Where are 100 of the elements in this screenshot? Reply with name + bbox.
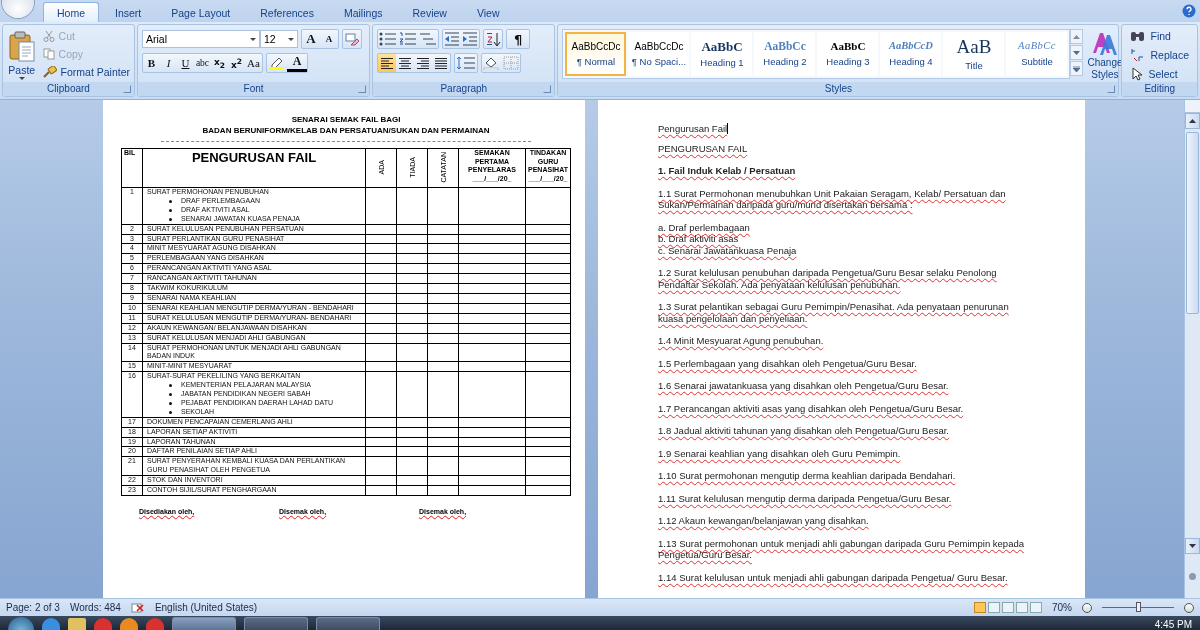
proofing-icon[interactable] — [130, 601, 145, 614]
view-mode-icon[interactable] — [1030, 602, 1042, 613]
ribbon-tab[interactable]: Review — [398, 2, 461, 22]
zoom-slider-thumb[interactable] — [1136, 602, 1141, 612]
taskbar-button[interactable] — [244, 617, 308, 630]
caret-up-icon — [1073, 34, 1081, 39]
paragraph: 1.8 Jadual aktiviti tahunan yang disahkan oleh Pengetua/Guru Besar. — [658, 425, 949, 436]
editing-button[interactable]: Select — [1130, 66, 1189, 82]
gallery-up-button[interactable] — [1070, 29, 1084, 44]
grow-font-button[interactable]: A — [302, 30, 320, 48]
bullet-icon — [169, 208, 172, 212]
taskbar-button[interactable] — [316, 617, 380, 630]
format-button[interactable]: abc — [194, 54, 211, 72]
letters-icon — [1091, 31, 1119, 57]
paintbrush-icon — [42, 66, 57, 78]
view-mode-icon[interactable] — [974, 602, 986, 613]
clipboard-icon — [7, 31, 36, 63]
paragraph: 1.13 Surat permohonan untuk menjadi ahli gabungan daripada Guru Pemimpin kepada Pengetua/Guru Besar. — [658, 537, 1024, 560]
sort-button[interactable] — [484, 30, 503, 48]
list-item: c. Senarai Jawatankuasa Penaja — [658, 244, 798, 256]
change-styles-button[interactable]: Change Styles — [1087, 29, 1123, 81]
dialog-launcher-icon[interactable] — [1107, 85, 1116, 93]
font-name-field[interactable]: Arial — [142, 30, 260, 48]
group-label: Font — [138, 82, 370, 96]
dialog-launcher-icon[interactable] — [123, 85, 131, 93]
style-swatch[interactable]: AaBbCc Subtitle — [1006, 32, 1068, 76]
gallery-down-button[interactable] — [1070, 45, 1084, 60]
paragraph: 1.1 Surat Permohonan menubuhkan Unit Pakaian Seragam, Kelab/ Persatuan dan Sukan/Permainan daripada guru/murid disertakan bersama : — [658, 187, 1006, 210]
style-swatch[interactable]: AaBbCcDc ¶ Normal — [565, 32, 627, 76]
format-button[interactable]: x$_{2}$ — [211, 54, 228, 72]
document-title: SENARAI SEMAK FAIL BAGI — [290, 114, 402, 125]
shrink-font-button[interactable]: A — [320, 30, 338, 48]
format-button[interactable]: I — [160, 54, 177, 72]
start-button[interactable] — [8, 617, 34, 630]
gallery-more-button[interactable] — [1070, 61, 1084, 76]
clear-formatting-button[interactable] — [343, 30, 361, 48]
ribbon-tab[interactable]: View — [462, 2, 514, 22]
editing-button[interactable]: Replace — [1130, 47, 1189, 63]
format-button[interactable]: x$^{2}$ — [228, 54, 245, 72]
style-swatch[interactable]: AaBbCc Heading 2 — [754, 32, 816, 76]
pointer-icon — [1130, 67, 1145, 81]
style-swatch[interactable]: AaBbCcD Heading 4 — [880, 32, 942, 76]
word-count[interactable]: Words: 484 — [69, 602, 121, 613]
scissors-icon — [42, 30, 55, 42]
scroll-down-button[interactable] — [1185, 538, 1200, 554]
ribbon-tab[interactable]: Insert — [101, 2, 156, 22]
format-button[interactable]: B — [143, 54, 160, 72]
zoom-in-button[interactable] — [1184, 602, 1194, 613]
binoculars-icon — [1130, 29, 1147, 43]
list-item: a. Draf perlembagaan — [658, 221, 751, 233]
format-button[interactable]: Aa — [245, 54, 262, 72]
paragraph: 1. Fail Induk Kelab / Persatuan — [658, 165, 796, 176]
paragraph: 1.14 Surat kelulusan untuk menjadi ahli gabungan daripada Pengetua/ Guru Besar. — [658, 571, 1008, 583]
zoom-out-button[interactable] — [1082, 602, 1092, 613]
bullet-icon — [169, 384, 172, 388]
bullets-button[interactable] — [378, 30, 399, 48]
help-icon[interactable] — [1182, 4, 1196, 18]
format-button[interactable]: U — [177, 54, 194, 72]
bullet-icon — [169, 410, 172, 414]
style-swatch[interactable]: AaBbC Heading 1 — [691, 32, 753, 76]
multilevel-list-button[interactable] — [418, 30, 439, 48]
style-swatch[interactable]: AaB Title — [943, 32, 1005, 76]
align-button[interactable] — [378, 54, 397, 72]
taskbar-button[interactable] — [172, 617, 236, 630]
group-label: Styles — [558, 82, 1119, 96]
style-swatch[interactable]: AaBbCcDc ¶ No Spaci... — [628, 32, 690, 76]
ribbon-tab[interactable]: Mailings — [329, 2, 397, 22]
ribbon-tab[interactable]: Page Layout — [157, 2, 245, 22]
ribbon-tab[interactable]: References — [246, 2, 328, 22]
paragraph: 1.6 Senarai jawatankuasa yang disahkan oleh Pengetua/Guru Besar. — [658, 380, 949, 391]
editing-button[interactable]: Find — [1130, 28, 1189, 44]
decrease-indent-button[interactable] — [443, 30, 462, 48]
group-label: Paragraph — [373, 82, 555, 96]
paragraph: 1.12 Akaun kewangan/belanjawan yang disahkan. — [658, 515, 869, 526]
scroll-up-button[interactable] — [1185, 113, 1200, 129]
paste-button[interactable]: Paste — [7, 28, 37, 82]
paragraph: 1.7 Perancangan aktiviti asas yang disahkan oleh Pengetua/Guru Besar. — [658, 402, 964, 414]
show-formatting-button[interactable]: ¶ — [507, 30, 530, 48]
clock[interactable]: 4:45 PM — [1154, 618, 1192, 630]
caret-up-icon — [1189, 119, 1196, 123]
clipboard-button[interactable]: Format Painter — [42, 64, 130, 80]
view-mode-icon[interactable] — [1016, 602, 1028, 613]
scroll-thumb[interactable] — [1186, 132, 1199, 314]
view-mode-icon[interactable] — [1002, 602, 1014, 613]
page-count[interactable]: Page: 2 of 3 — [6, 602, 60, 613]
style-swatch[interactable]: AaBbC Heading 3 — [817, 32, 879, 76]
ribbon-tab[interactable]: Home — [43, 2, 99, 22]
dialog-launcher-icon[interactable] — [358, 85, 367, 93]
view-mode-icon[interactable] — [988, 602, 1000, 613]
increase-indent-button[interactable] — [461, 30, 480, 48]
font-size-field[interactable]: 12 — [260, 30, 298, 48]
vertical-scrollbar[interactable] — [1184, 100, 1200, 598]
column-header: PENGURUSAN FAIL — [142, 148, 366, 188]
dialog-launcher-icon[interactable] — [543, 85, 552, 93]
language-status[interactable]: English (United States) — [154, 602, 258, 613]
paragraph: 1.3 Surat pelantikan sebagai Guru Pemimpin/Penasihat. Ada penyataan penurunan kuasa pengelolaan dan penyeliaan. — [658, 301, 1009, 324]
zoom-level[interactable]: 70% — [1052, 602, 1072, 613]
caret-icon — [250, 37, 256, 41]
bullet-icon — [169, 393, 172, 397]
bullet-icon — [169, 217, 172, 221]
